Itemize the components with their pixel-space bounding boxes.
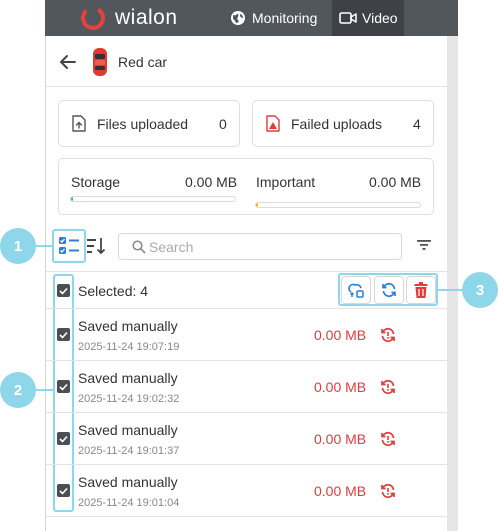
brand-name: wialon — [115, 6, 178, 29]
check-icon — [59, 331, 68, 339]
cloud-upload-icon — [348, 283, 364, 298]
file-title: Saved manually — [78, 370, 178, 386]
callout-2-highlight — [53, 274, 74, 512]
trash-icon — [414, 282, 428, 298]
select-all-checkbox[interactable] — [57, 284, 70, 297]
divider — [46, 412, 447, 413]
check-icon — [59, 287, 68, 295]
storage-progress-fill — [71, 197, 73, 201]
file-upload-icon — [72, 115, 86, 132]
callout-3: 3 — [462, 272, 498, 308]
check-icon — [59, 383, 68, 391]
file-time: 2025-11-24 19:02:32 — [78, 393, 180, 405]
divider — [46, 86, 447, 87]
filter-icon[interactable] — [417, 239, 431, 251]
upload-selected-button[interactable] — [341, 276, 371, 304]
wialon-logo-icon — [81, 6, 105, 30]
divider — [46, 360, 447, 361]
file-checkbox[interactable] — [57, 380, 70, 393]
file-time: 2025-11-24 19:01:04 — [78, 497, 180, 509]
storage-label: Storage — [71, 174, 121, 190]
callout-2: 2 — [0, 372, 36, 408]
globe-icon — [231, 11, 245, 25]
search-placeholder: Search — [149, 239, 194, 255]
storage-value: 0.00 MB — [185, 174, 238, 190]
failed-upload-icon — [266, 115, 280, 132]
file-checkbox[interactable] — [57, 432, 70, 445]
divider — [46, 464, 447, 465]
important-progress-fill — [256, 203, 258, 207]
nav-video-label: Video — [362, 10, 398, 26]
upload-failed-icon[interactable] — [380, 327, 396, 343]
check-icon — [59, 487, 68, 495]
scrollbar[interactable] — [447, 36, 458, 531]
important-label: Important — [256, 174, 316, 190]
file-size: 0.00 MB — [314, 431, 367, 447]
file-size: 0.00 MB — [314, 327, 367, 343]
upload-failed-icon[interactable] — [380, 379, 396, 395]
back-arrow-icon[interactable] — [59, 54, 77, 70]
file-checkbox[interactable] — [57, 328, 70, 341]
check-icon — [59, 435, 68, 443]
file-time: 2025-11-24 19:01:37 — [78, 445, 180, 457]
search-icon — [132, 240, 146, 254]
callout-3-line — [438, 289, 462, 291]
important-progress-bar — [255, 202, 421, 208]
file-time: 2025-11-24 19:07:19 — [78, 341, 180, 353]
file-title: Saved manually — [78, 474, 178, 490]
important-value: 0.00 MB — [369, 174, 422, 190]
callout-2-line — [36, 389, 53, 391]
nav-monitoring-label: Monitoring — [252, 10, 318, 26]
nav-monitoring[interactable]: Monitoring — [227, 0, 326, 36]
divider — [46, 516, 447, 517]
file-title: Saved manually — [78, 422, 178, 438]
failed-uploads-count: 4 — [413, 116, 421, 132]
refresh-icon — [382, 282, 396, 298]
failed-uploads-label: Failed uploads — [291, 116, 383, 132]
retry-selected-button[interactable] — [374, 276, 404, 304]
selected-count: Selected: 4 — [78, 283, 149, 299]
callout-1: 1 — [0, 228, 36, 264]
file-title: Saved manually — [78, 318, 178, 334]
upload-failed-icon[interactable] — [380, 431, 396, 447]
multi-select-icon[interactable] — [58, 236, 80, 256]
divider — [46, 308, 447, 309]
upload-failed-icon[interactable] — [380, 483, 396, 499]
unit-name: Red car — [118, 54, 168, 70]
delete-selected-button[interactable] — [406, 276, 436, 304]
video-camera-icon — [339, 12, 357, 24]
storage-progress-bar — [70, 196, 236, 202]
callout-1-line — [36, 245, 52, 247]
files-uploaded-label: Files uploaded — [97, 116, 189, 132]
files-uploaded-count: 0 — [219, 116, 227, 132]
nav-video[interactable]: Video — [332, 0, 404, 36]
sort-icon[interactable] — [86, 236, 106, 256]
file-checkbox[interactable] — [57, 484, 70, 497]
file-size: 0.00 MB — [314, 379, 367, 395]
divider — [46, 271, 447, 272]
file-size: 0.00 MB — [314, 483, 367, 499]
car-icon — [93, 48, 107, 76]
